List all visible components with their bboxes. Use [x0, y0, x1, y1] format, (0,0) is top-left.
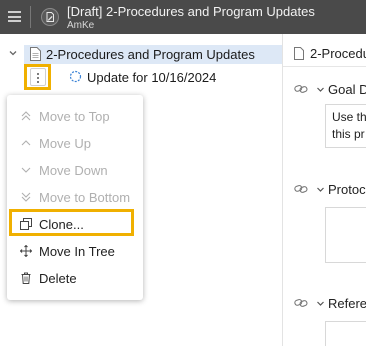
chevron-up-icon	[21, 140, 31, 146]
document-title: [Draft] 2-Procedures and Program Updates	[67, 4, 315, 19]
menu-item-label: Move to Bottom	[39, 190, 131, 205]
menu-item-label: Move In Tree	[39, 244, 115, 259]
menu-item-move-in-tree[interactable]: Move In Tree	[7, 239, 143, 263]
link-icon[interactable]	[294, 298, 308, 308]
section-title: Goal D	[328, 82, 366, 97]
link-icon[interactable]	[294, 184, 308, 194]
trash-icon	[21, 272, 31, 284]
section-text-box[interactable]: Use th this pr	[325, 104, 366, 148]
title-separator	[30, 6, 31, 28]
menu-item-move-to-top[interactable]: Move to Top	[7, 104, 143, 128]
move-icon	[20, 245, 32, 257]
document-subtitle: AmKe	[67, 20, 95, 31]
tree-child-label[interactable]: Update for 10/16/2024	[87, 70, 216, 85]
chevron-down-icon[interactable]	[316, 185, 325, 194]
menu-item-label: Move to Top	[39, 109, 110, 124]
document-icon	[30, 47, 41, 61]
chevron-down-icon	[21, 167, 31, 173]
header-divider	[283, 66, 366, 67]
content-line: Use th	[332, 110, 366, 124]
double-chevron-up-icon	[21, 111, 31, 121]
context-menu: Move to Top Move Up Move Down Move to Bo…	[7, 95, 143, 300]
menu-item-delete[interactable]: Delete	[7, 266, 143, 290]
menu-item-label: Delete	[39, 271, 77, 286]
menu-item-label: Move Up	[39, 136, 92, 151]
tree-root-label[interactable]: 2-Procedures and Program Updates	[46, 47, 255, 62]
chevron-down-icon[interactable]	[316, 85, 325, 94]
title-bar: [Draft] 2-Procedures and Program Updates…	[0, 0, 366, 34]
section-title: Protoc	[328, 182, 366, 197]
menu-item-label: Move Down	[39, 163, 108, 178]
update-icon	[69, 70, 82, 83]
clone-highlight	[9, 209, 134, 236]
chevron-down-icon[interactable]	[316, 299, 325, 308]
section-text-box[interactable]	[325, 321, 366, 346]
link-icon[interactable]	[294, 84, 308, 94]
double-chevron-down-icon	[21, 192, 31, 202]
content-line: this pr	[332, 127, 365, 141]
editor-panel: 2-Procedu Goal D Use th this pr Protoc R…	[283, 34, 366, 346]
edit-document-icon	[41, 8, 59, 26]
section-text-box[interactable]	[325, 207, 366, 263]
menu-item-move-to-bottom[interactable]: Move to Bottom	[7, 185, 143, 209]
hamburger-icon[interactable]	[8, 11, 21, 22]
section-title: Refere	[328, 296, 366, 311]
menu-item-move-down[interactable]: Move Down	[7, 158, 143, 182]
editor-header: 2-Procedu	[310, 46, 366, 61]
document-icon	[294, 47, 304, 60]
menu-item-move-up[interactable]: Move Up	[7, 131, 143, 155]
kebab-highlight	[24, 64, 51, 90]
chevron-down-icon[interactable]	[9, 49, 17, 57]
